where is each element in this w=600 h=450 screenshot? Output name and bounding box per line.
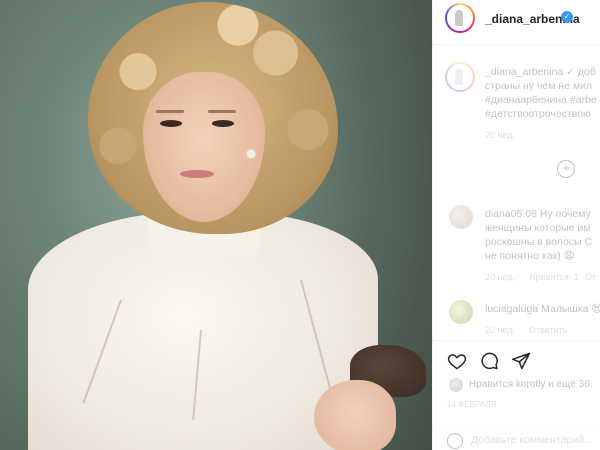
heart-icon[interactable]	[447, 351, 467, 371]
comment-time: 20 нед.	[485, 272, 516, 282]
add-comment-input[interactable]: Добавьте комментарий...	[471, 434, 593, 446]
load-more-comments-icon[interactable]: +	[557, 160, 575, 178]
likes-text[interactable]: Нравится korotly и ещё 36	[469, 379, 590, 390]
photo-brow	[208, 110, 236, 113]
comment-line: diana05.08 Ну почему	[485, 208, 591, 220]
photo-hand	[314, 380, 396, 450]
commenter-avatar[interactable]	[449, 205, 473, 229]
add-comment-bar: Добавьте комментарий...	[433, 426, 600, 450]
caption-line: _diana_arbenina ✓ доб	[485, 66, 596, 78]
share-icon[interactable]	[511, 351, 531, 371]
verified-badge-icon: ✓	[561, 11, 573, 23]
caption-author-avatar[interactable]	[445, 62, 475, 92]
caption-hashtags[interactable]: #детствоотрочествою	[485, 108, 591, 120]
comment-reply-button[interactable]: Ответить	[529, 325, 567, 335]
caption-line: страны ну чем не мил	[485, 80, 593, 92]
photo-eye	[212, 120, 234, 127]
comment-time: 20 нед.	[485, 325, 516, 335]
comment-reply-button[interactable]: От	[585, 272, 596, 282]
commenter-avatar[interactable]	[449, 300, 473, 324]
caption-hashtags[interactable]: #дианаарбенина #arbe	[485, 94, 597, 106]
comment-line: женщины которые им	[485, 222, 591, 234]
photo-eye	[160, 120, 182, 127]
comment-line: luciagaluga Малышка 😍	[485, 303, 600, 315]
post-side-panel: _diana_arbenina ✓ _diana_arbenina ✓ доб …	[432, 0, 600, 450]
photo-earring	[247, 150, 255, 158]
photo-lips	[180, 170, 214, 178]
caption-time: 20 нед.	[485, 130, 516, 140]
post-header: _diana_arbenina ✓	[433, 0, 600, 45]
comment-icon[interactable]	[479, 351, 499, 371]
liker-avatar[interactable]	[449, 378, 463, 392]
comment-likes-count[interactable]: Нравится: 1	[529, 272, 579, 282]
comment-line: роскошны в волосы С	[485, 236, 593, 248]
photo-brow	[156, 110, 184, 113]
emoji-icon[interactable]	[447, 433, 463, 449]
post-actions-bar	[433, 340, 600, 371]
post-date: 14 ФЕВРАЛЯ	[447, 400, 497, 409]
author-avatar[interactable]	[445, 3, 475, 33]
comment-line: не понятно как) 😩	[485, 250, 575, 262]
post-photo[interactable]	[0, 0, 432, 450]
